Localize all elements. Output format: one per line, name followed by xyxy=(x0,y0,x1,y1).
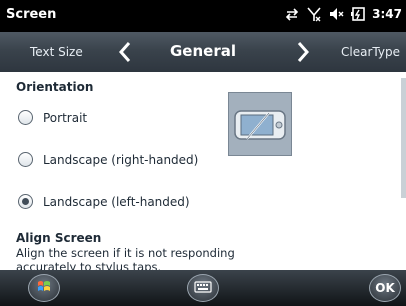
orientation-heading: Orientation xyxy=(16,80,94,94)
landscape-right-label: Landscape (right-handed) xyxy=(43,152,199,167)
portrait-label: Portrait xyxy=(43,110,88,125)
start-button[interactable] xyxy=(28,274,60,302)
landscape-left-radio[interactable] xyxy=(18,194,33,209)
keyboard-button[interactable] xyxy=(187,274,219,302)
windows-start-icon xyxy=(36,279,52,298)
align-screen-heading: Align Screen xyxy=(16,231,102,245)
volume-muted-icon[interactable] xyxy=(328,6,344,22)
ok-label: OK xyxy=(375,281,395,295)
portrait-radio[interactable] xyxy=(18,110,33,125)
scrollbar[interactable] xyxy=(401,78,406,198)
tab-navigation-bar: Text Size General ClearType xyxy=(0,32,406,72)
landscape-left-label: Landscape (left-handed) xyxy=(43,194,190,209)
landscape-left-option[interactable]: Landscape (left-handed) xyxy=(18,194,190,209)
device-landscape-icon xyxy=(234,110,286,140)
keyboard-icon xyxy=(194,280,212,296)
battery-icon[interactable] xyxy=(350,6,366,22)
landscape-right-radio[interactable] xyxy=(18,152,33,167)
settings-content: Orientation Portrait Landscape (right-ha… xyxy=(0,72,406,270)
connectivity-icon[interactable] xyxy=(284,6,300,22)
ok-button[interactable]: OK xyxy=(369,274,401,302)
bottom-softkey-bar: OK xyxy=(0,270,406,306)
chevron-right-icon[interactable] xyxy=(296,41,310,67)
status-bar: Screen 3:47 xyxy=(0,0,406,32)
align-screen-description: Align the screen if it is not responding xyxy=(16,246,235,260)
signal-off-icon[interactable] xyxy=(306,6,322,22)
clock[interactable]: 3:47 xyxy=(372,7,402,21)
status-icons: 3:47 xyxy=(284,6,402,22)
align-screen-description-cont: accurately to stylus taps. xyxy=(16,260,162,270)
landscape-right-option[interactable]: Landscape (right-handed) xyxy=(18,152,198,167)
orientation-preview-image xyxy=(228,92,292,156)
portrait-option[interactable]: Portrait xyxy=(18,110,87,125)
window-title: Screen xyxy=(6,7,57,22)
tab-next-cleartype[interactable]: ClearType xyxy=(341,45,400,59)
